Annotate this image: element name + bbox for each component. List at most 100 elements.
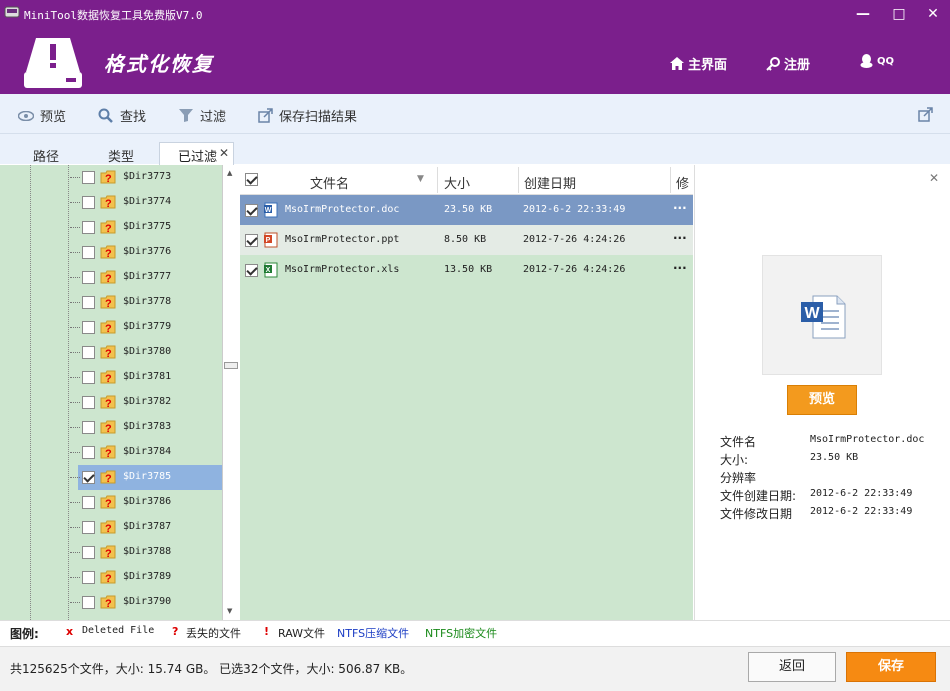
tree-item[interactable]: ? $Dir3779 [0,315,222,340]
view-tabs [0,134,950,164]
tree-item-checkbox[interactable] [82,196,95,209]
tree-item-checkbox[interactable] [82,321,95,334]
tree-item[interactable]: ? $Dir3775 [0,215,222,240]
close-button[interactable]: ✕ [922,4,944,24]
tree-item-checkbox[interactable] [82,221,95,234]
preview-close-icon[interactable]: ✕ [929,171,939,185]
tree-item-checkbox[interactable] [82,346,95,359]
legend-lost: 丢失的文件 [186,627,241,640]
nav-home[interactable]: 主界面 [670,54,727,73]
tab-path[interactable]: 路径 [33,146,59,165]
file-row[interactable]: P MsoIrmProtector.ppt 8.50 KB 2012-7-26 4:2… [240,225,693,255]
tree-item-label: $Dir3785 [123,471,172,482]
tree-item[interactable]: ? $Dir3774 [0,190,222,215]
tree-item[interactable]: ? $Dir3777 [0,265,222,290]
back-button[interactable]: 返回 [748,652,836,682]
tree-item-label: $Dir3781 [123,371,172,382]
tree-item[interactable]: ? $Dir3773 [0,165,222,190]
preview-thumbnail: W [762,255,882,375]
tree-item-checkbox[interactable] [82,371,95,384]
nav-register-label: 注册 [784,58,811,73]
column-modified[interactable]: 修 [676,173,689,192]
tree-item[interactable]: ? $Dir3784 [0,440,222,465]
svg-text:?: ? [105,598,112,610]
tree-item-checkbox[interactable] [82,246,95,259]
share-export-icon[interactable] [918,107,933,122]
column-size[interactable]: 大小 [444,173,470,192]
lost-folder-icon: ? [100,445,116,460]
lost-folder-icon: ? [100,545,116,560]
nav-register[interactable]: 注册 [766,54,810,73]
tree-item-checkbox[interactable] [82,171,95,184]
column-name[interactable]: 文件名 [310,173,349,192]
tab-type[interactable]: 类型 [108,146,134,165]
lost-folder-icon: ? [100,470,116,485]
filter-tool-button[interactable]: 过滤 [178,106,226,125]
tree-item[interactable]: ? $Dir3781 [0,365,222,390]
key-icon [766,56,780,71]
tree-item[interactable]: ? $Dir3778 [0,290,222,315]
scroll-down-icon[interactable]: ▼ [227,607,232,615]
svg-text:?: ? [105,173,112,185]
find-tool-button[interactable]: 查找 [98,106,146,125]
lost-folder-icon: ? [100,245,116,260]
scroll-thumb[interactable] [224,362,238,369]
lost-folder-icon: ? [100,320,116,335]
recovery-logo-icon [24,38,82,88]
svg-text:?: ? [105,423,112,435]
tree-item[interactable]: ? $Dir3783 [0,415,222,440]
file-row-checkbox[interactable] [245,234,258,247]
nav-qq[interactable]: QQ [860,54,894,68]
tree-item[interactable]: ? $Dir3789 [0,565,222,590]
tree-item[interactable]: ? $Dir3776 [0,240,222,265]
tree-item-checkbox[interactable] [82,446,95,459]
sort-down-icon[interactable]: ▼ [417,174,424,184]
legend-deleted: Deleted File [82,625,155,636]
preview-button[interactable]: 预览 [787,385,857,415]
file-row[interactable]: X MsoIrmProtector.xls 13.50 KB 2012-7-26 4:… [240,255,693,285]
select-all-checkbox[interactable] [245,173,258,186]
tree-item-checkbox[interactable] [82,496,95,509]
tree-item[interactable]: ? $Dir3785 [0,465,222,490]
save-button[interactable]: 保存 [846,652,936,682]
lost-folder-icon: ? [100,220,116,235]
tree-item[interactable]: ? $Dir3786 [0,490,222,515]
scroll-up-icon[interactable]: ▲ [227,169,232,177]
tree-item-checkbox[interactable] [82,571,95,584]
maximize-button[interactable]: □ [888,4,910,24]
tree-item-checkbox[interactable] [82,546,95,559]
folder-tree[interactable]: ? $Dir3773? $Dir3774? $Dir3775? $Dir3776? $Di… [0,165,222,620]
legend-title: 图例: [10,627,39,641]
preview-tool-button[interactable]: 预览 [18,106,66,125]
minimize-button[interactable]: — [852,4,874,24]
tree-item-checkbox[interactable] [82,271,95,284]
file-row-checkbox[interactable] [245,264,258,277]
tab-filtered[interactable]: 已过滤 ✕ [159,142,234,165]
tree-item-checkbox[interactable] [82,521,95,534]
tree-item[interactable]: ? $Dir3790 [0,590,222,615]
column-created[interactable]: 创建日期 [524,173,576,192]
tree-item-checkbox[interactable] [82,296,95,309]
svg-text:?: ? [105,298,112,310]
tab-filtered-label: 已过滤 [178,150,218,165]
more-options-icon[interactable]: ··· [673,201,687,215]
save-scan-button[interactable]: 保存扫描结果 [258,106,357,125]
tree-item[interactable]: ? $Dir3782 [0,390,222,415]
deleted-mark-icon: x [66,625,74,638]
tree-item[interactable]: ? $Dir3787 [0,515,222,540]
tab-close-icon[interactable]: ✕ [219,146,229,160]
legend-ntfs-compressed: NTFS压缩文件 [337,627,410,640]
tree-item-checkbox[interactable] [82,471,95,484]
file-row[interactable]: W MsoIrmProtector.doc 23.50 KB 2012-6-2 22:… [240,195,693,225]
file-row-checkbox[interactable] [245,204,258,217]
tree-item[interactable]: ? $Dir3788 [0,540,222,565]
more-options-icon[interactable]: ··· [673,261,687,275]
tree-item-checkbox[interactable] [82,421,95,434]
tree-scrollbar[interactable]: ▲ ▼ [222,165,240,620]
lost-folder-icon: ? [100,370,116,385]
tree-item-checkbox[interactable] [82,596,95,609]
more-options-icon[interactable]: ··· [673,231,687,245]
tree-item-label: $Dir3780 [123,346,172,357]
tree-item-checkbox[interactable] [82,396,95,409]
tree-item[interactable]: ? $Dir3780 [0,340,222,365]
